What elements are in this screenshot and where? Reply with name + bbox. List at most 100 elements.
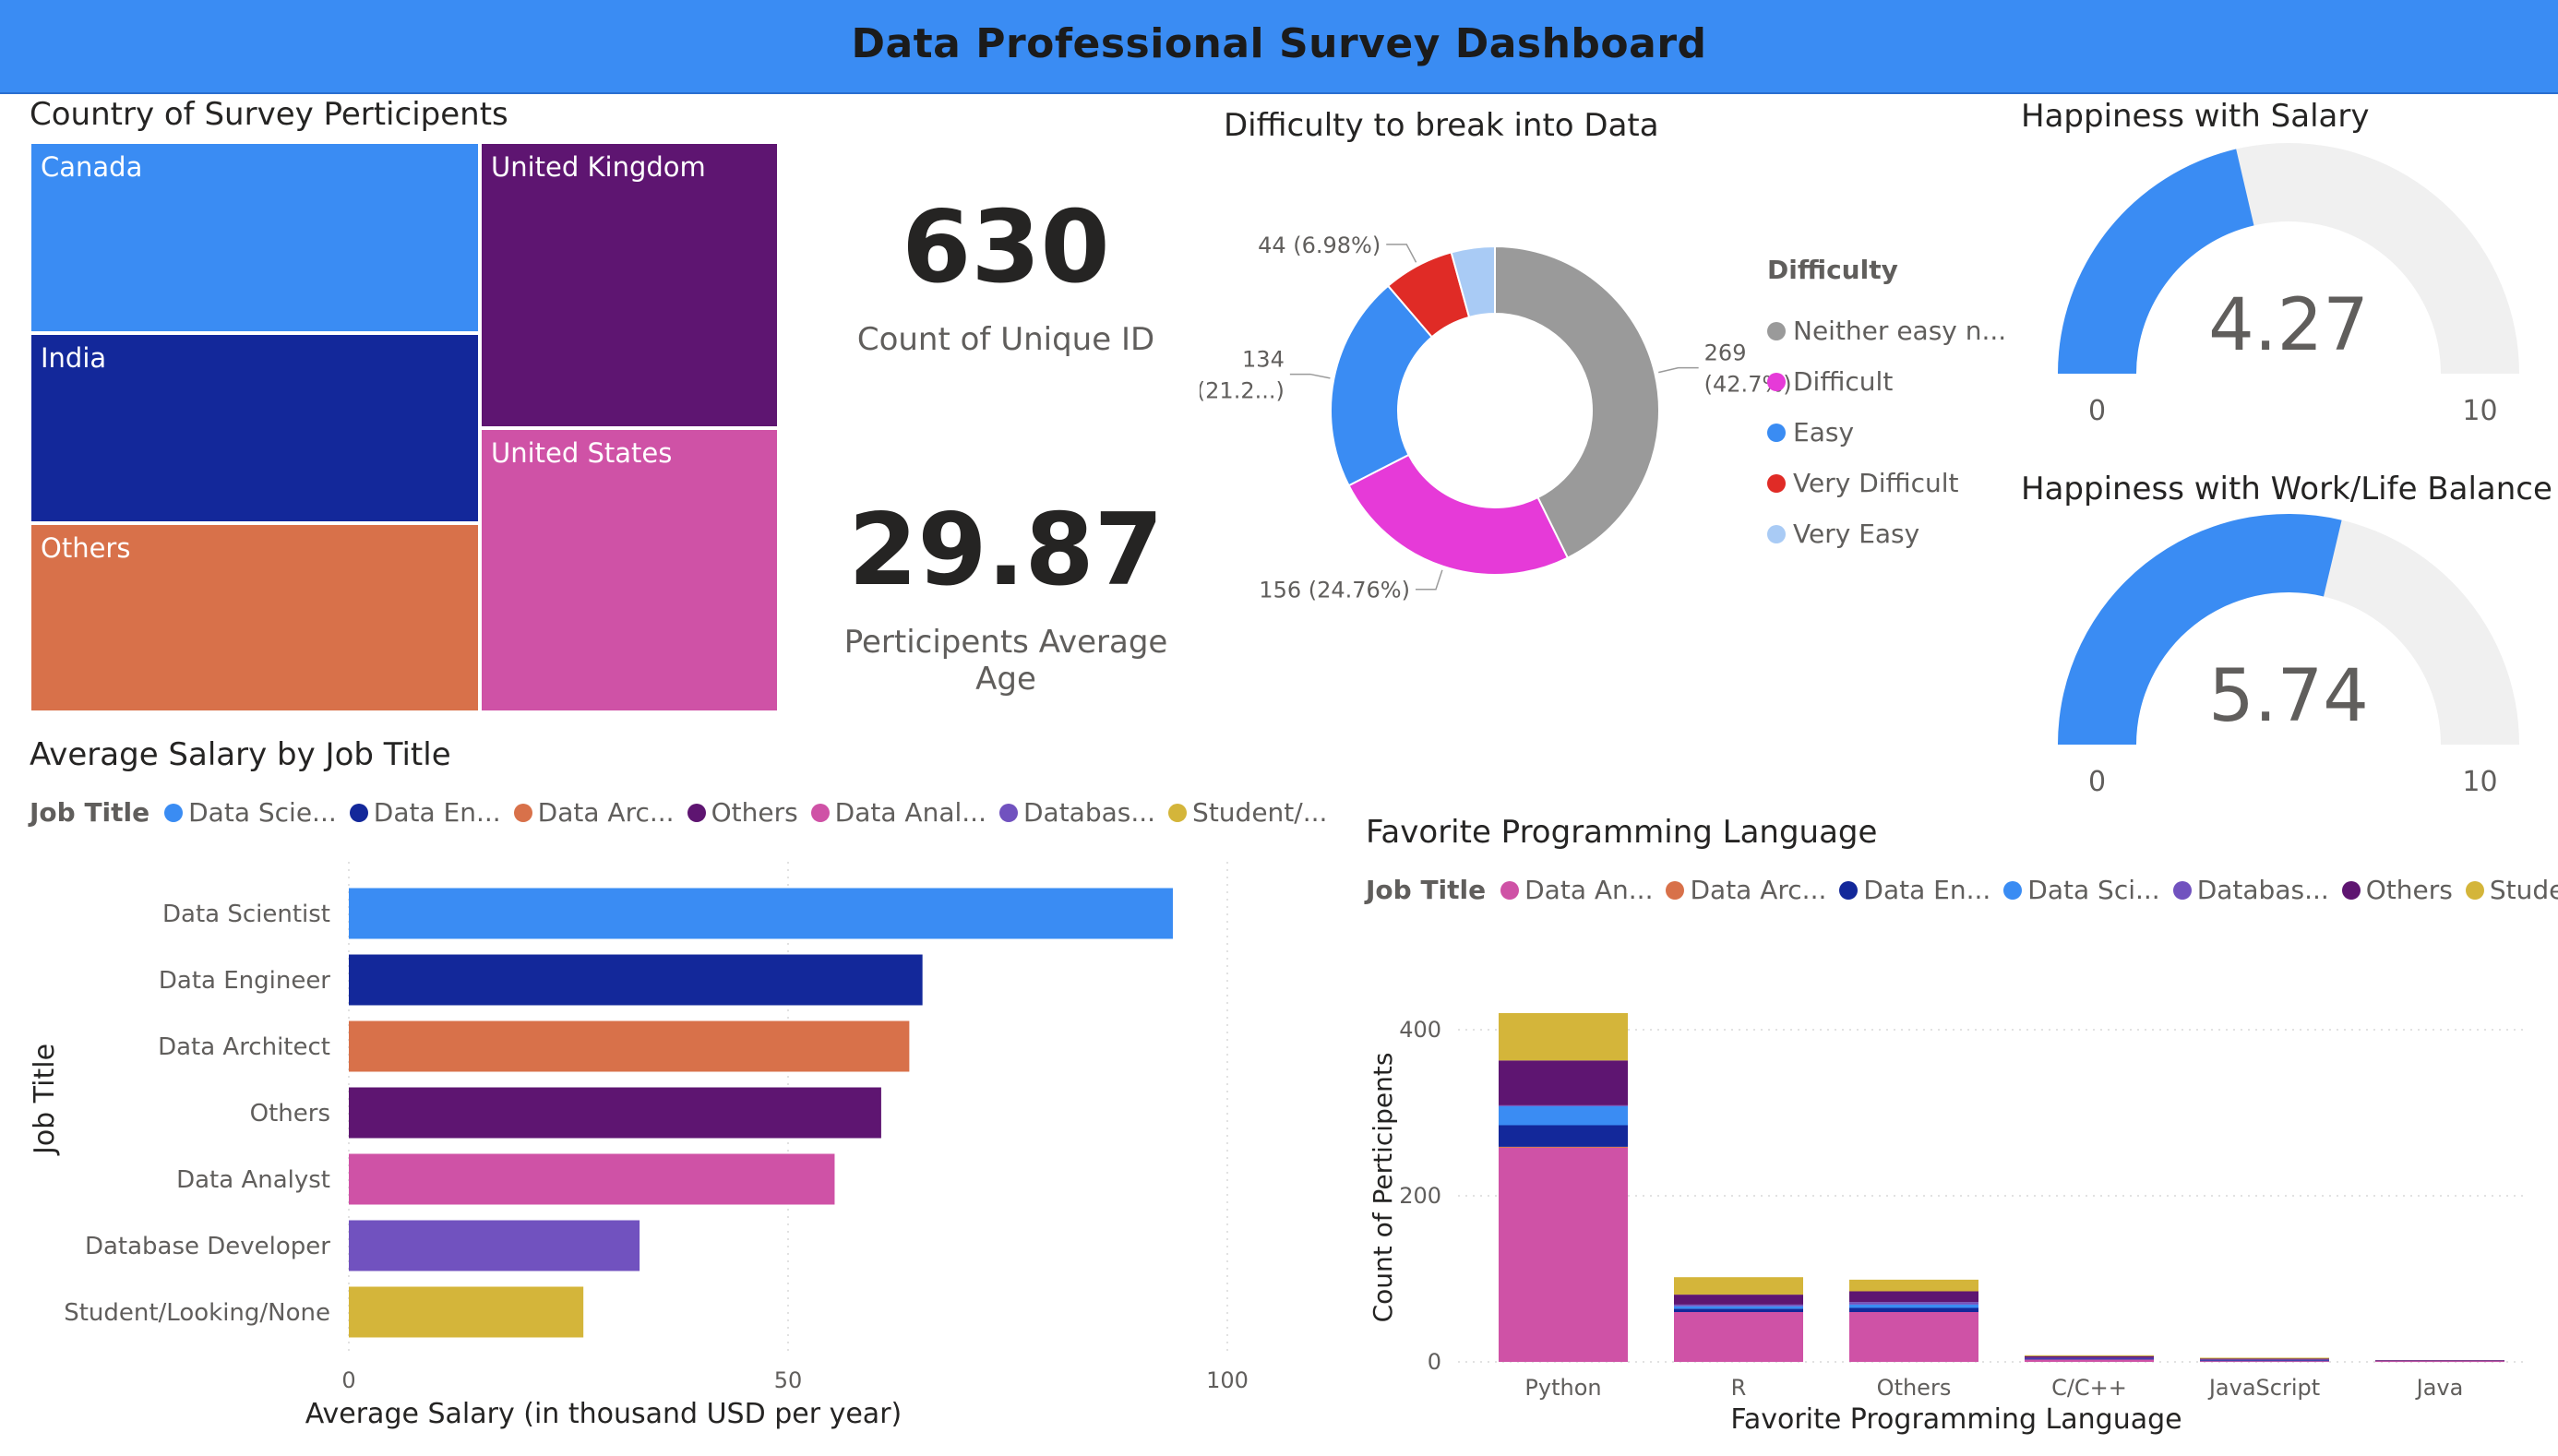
treemap-label-others: Others [41,532,131,564]
difficulty-legend-item[interactable]: Very Difficult [1767,458,2006,508]
language-chart-title: Favorite Programming Language [1366,814,1878,851]
legend-label: Data An... [1524,875,1654,905]
bar-data-architect [349,1020,910,1072]
column-segment-others [1849,1304,1978,1308]
column-segment-python [1499,1013,1628,1061]
favorite-language-column-chart: 0 200 400 Python R Others C/C++ JavaScript Java F… [1368,1013,2528,1436]
legend-title: Job Title [30,797,150,828]
legend-item[interactable]: Student/... [1168,797,1327,828]
legend-dot-icon [687,803,706,822]
y-tick-label: 0 [1428,1349,1441,1375]
gauge-value: 5.74 [2208,655,2369,738]
legend-dot-icon [513,803,532,822]
gauge-max-label: 10 [2462,766,2497,798]
donut-title: Difficulty to break into Data [1224,107,1659,144]
treemap-cell-canada[interactable]: Canada [30,142,480,333]
difficulty-legend-item[interactable]: Neither easy n... [1767,305,2006,356]
kpi-age-value: 29.87 [848,493,1164,608]
column-segment-python [1499,1146,1628,1148]
y-tick-label: Student/Looking/None [64,1299,330,1327]
legend-dot-icon [1767,473,1786,493]
bar-student-looking-none [349,1286,584,1338]
column-segment-r [1674,1304,1803,1307]
gauge-worklife-title: Happiness with Work/Life Balance [2021,471,2552,507]
legend-title: Job Title [1366,875,1487,905]
difficulty-legend-item[interactable]: Very Easy [1767,508,2006,559]
legend-label: Very Difficult [1793,468,1959,498]
gauge-min-label: 0 [2088,395,2106,427]
difficulty-donut-chart: 269(42.7%)156 (24.76%)134(21.2...)44 (6.… [1200,233,1790,603]
x-tick-label: 0 [341,1367,355,1393]
y-tick-label: Data Analyst [176,1166,330,1194]
salary-by-job-bar-chart: 0 50 100 Data Scientist Data Engineer Data Ar… [29,862,1249,1430]
legend-item[interactable]: Data Anal... [810,797,986,828]
legend-label: Data En... [1863,875,1991,905]
treemap-label-india: India [41,342,107,374]
legend-item[interactable]: Data En... [1839,875,1990,905]
legend-label: Databas... [1022,797,1156,828]
legend-item[interactable]: Data En... [349,797,501,828]
donut-leader-line [1289,373,1331,379]
x-tick-label: Python [1524,1375,1601,1401]
y-tick-label: 400 [1399,1017,1441,1043]
treemap-cell-united-kingdom[interactable]: United Kingdom [480,142,779,428]
legend-label: Others [711,797,798,828]
legend-label: Student/... [2489,875,2558,905]
x-tick-label: 50 [774,1367,803,1393]
language-chart-legend: Job Title Data An... Data Arc... Data En...… [1366,875,2558,905]
kpi-count-label: Count of Unique ID [856,321,1155,358]
legend-dot-icon [2465,880,2484,900]
gauge-value: 4.27 [2208,284,2369,367]
column-segment-java [2375,1361,2504,1363]
legend-dot-icon [349,803,368,822]
column-segment-r [1674,1312,1803,1362]
legend-item[interactable]: Student/... [2465,875,2558,905]
x-axis-title: Favorite Programming Language [1730,1403,2181,1436]
legend-label: Data Arc... [537,797,675,828]
legend-item[interactable]: Data An... [1500,875,1653,905]
column-segment-javascript [2200,1360,2329,1362]
bar-others [349,1087,881,1139]
treemap-cell-india[interactable]: India [30,333,480,523]
legend-item[interactable]: Data Scie... [164,797,337,828]
legend-item[interactable]: Others [2341,875,2453,905]
column-segment-javascript [2200,1358,2329,1360]
legend-item[interactable]: Data Arc... [513,797,675,828]
kpi-count-value: 630 [902,190,1110,305]
column-segment-c-c [2025,1357,2154,1359]
legend-dot-icon [2341,880,2361,900]
column-segment-others [1849,1312,1978,1362]
difficulty-legend-item[interactable]: Easy [1767,407,2006,458]
x-tick-label: C/C++ [2051,1375,2127,1401]
legend-item[interactable]: Databas... [998,797,1156,828]
y-tick-label: Database Developer [85,1233,330,1260]
donut-leader-line [1415,569,1443,591]
column-segment-python [1499,1060,1628,1105]
treemap-label-united-kingdom: United Kingdom [491,151,706,183]
treemap-cell-united-states[interactable]: United States [480,428,779,712]
difficulty-legend-title: Difficulty [1767,255,1898,285]
worklife-happiness-gauge: 5.74 0 10 [2058,513,2519,798]
column-segment-others [1849,1291,1978,1303]
column-segment-others [1849,1279,1978,1292]
legend-item[interactable]: Others [687,797,798,828]
column-segment-python [1499,1104,1628,1106]
legend-dot-icon [1767,372,1786,391]
legend-item[interactable]: Data Sci... [2003,875,2160,905]
x-tick-label: Java [2415,1375,2464,1401]
column-segment-python [1499,1125,1628,1147]
donut-data-label: (21.2...) [1200,378,1285,404]
legend-item[interactable]: Data Arc... [1666,875,1826,905]
bar-database-developer [349,1220,640,1271]
y-tick-label: Data Architect [158,1033,330,1061]
legend-dot-icon [1767,423,1786,442]
treemap-cell-others[interactable]: Others [30,523,480,712]
difficulty-legend-item[interactable]: Difficult [1767,356,2006,407]
legend-dot-icon [2003,880,2023,900]
y-tick-label: 200 [1399,1183,1441,1209]
legend-label: Student/... [1192,797,1328,828]
legend-dot-icon [1168,803,1188,822]
salary-chart-legend: Job Title Data Scie... Data En... Data Arc.… [30,797,1340,828]
legend-label: Very Easy [1793,519,1920,549]
legend-item[interactable]: Databas... [2172,875,2329,905]
